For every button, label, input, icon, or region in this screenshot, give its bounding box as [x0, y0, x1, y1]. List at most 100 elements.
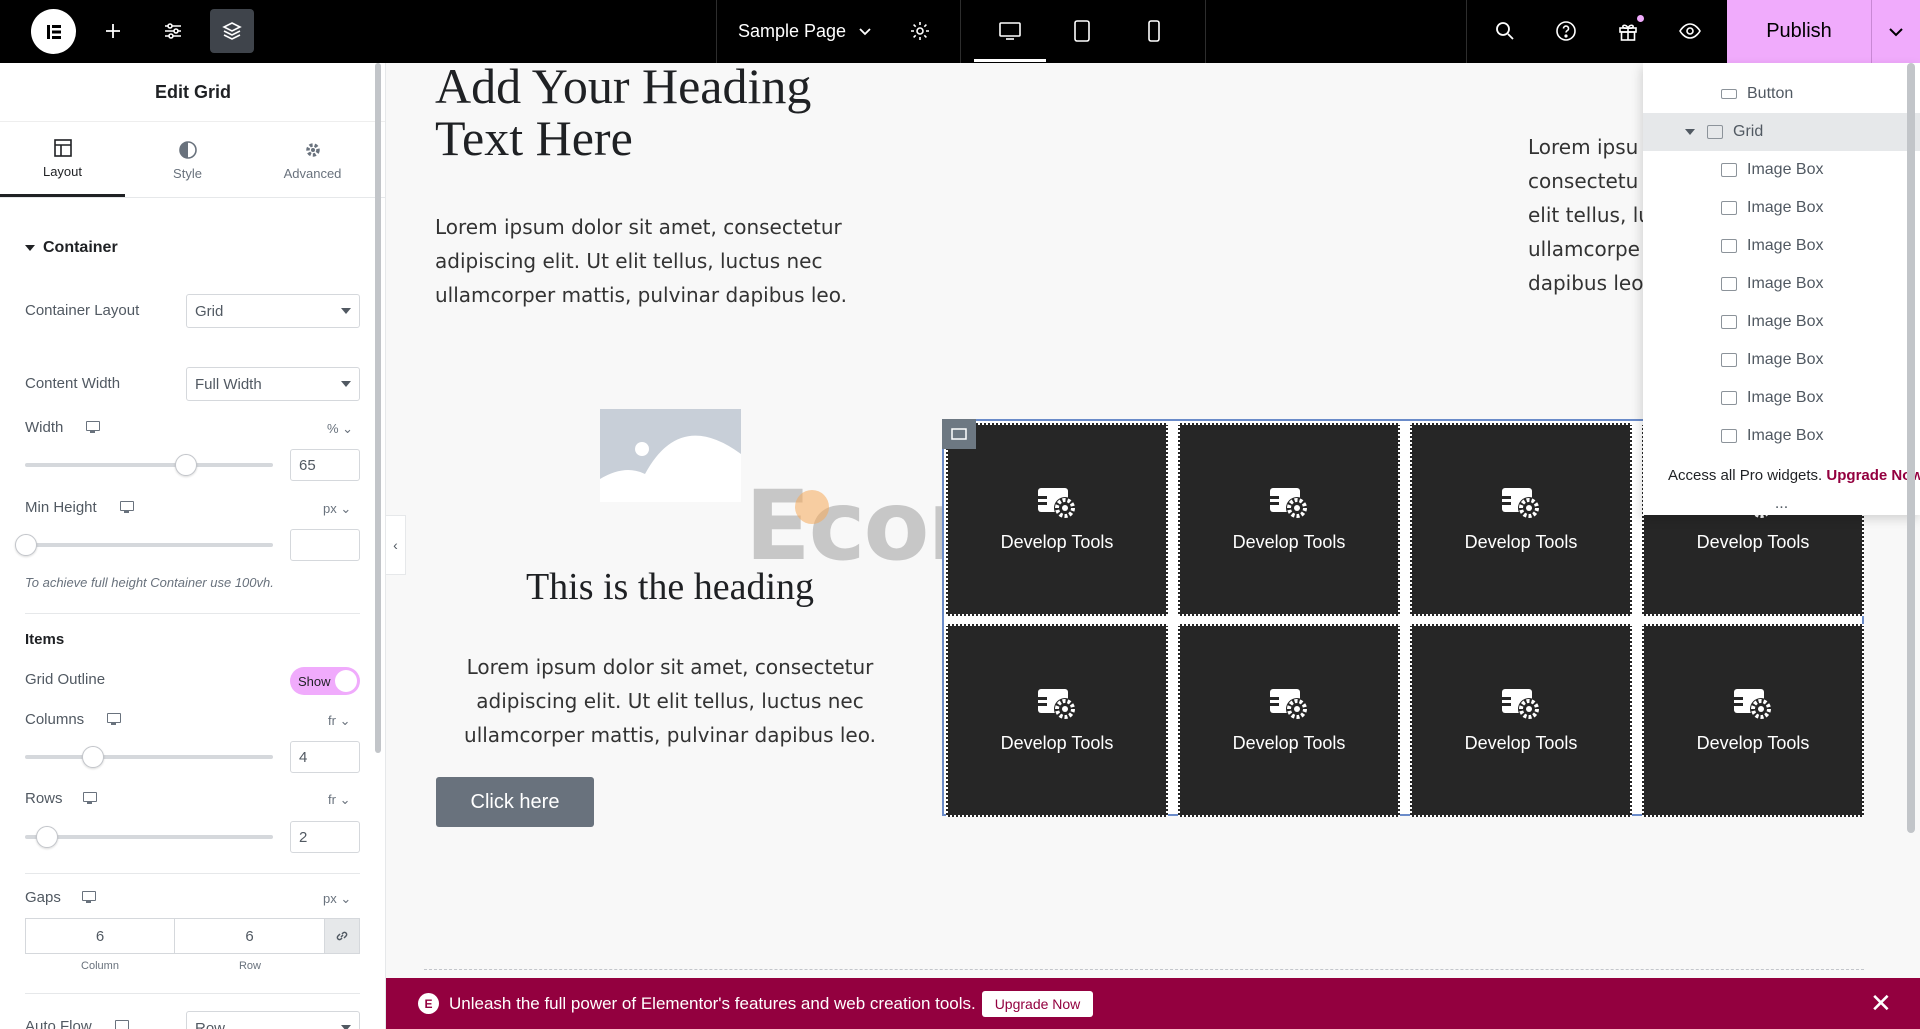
- upgrade-now-button[interactable]: Upgrade Now: [982, 991, 1093, 1017]
- gap-column-input[interactable]: 6: [25, 918, 175, 954]
- gap-row-input[interactable]: 6: [175, 918, 325, 954]
- caret-down-icon: [341, 1025, 351, 1029]
- publish-options-button[interactable]: [1871, 0, 1920, 63]
- image-box-icon: [1721, 353, 1737, 367]
- publish-button[interactable]: Publish: [1727, 0, 1871, 63]
- width-slider-handle[interactable]: [175, 454, 197, 476]
- collapse-panel-button[interactable]: ‹: [386, 515, 406, 575]
- page-title-menu[interactable]: Sample Page: [738, 0, 872, 63]
- image-box-widget[interactable]: Develop Tools: [1178, 423, 1400, 616]
- image-box-widget[interactable]: Develop Tools: [1642, 624, 1864, 817]
- tab-advanced[interactable]: Advanced: [250, 123, 375, 197]
- gap-column-caption: Column: [81, 960, 119, 972]
- auto-flow-select[interactable]: Row: [186, 1011, 360, 1029]
- select-value: Row: [195, 1019, 226, 1029]
- close-icon[interactable]: ✕: [1870, 978, 1892, 1029]
- rows-label: Rows: [25, 790, 63, 807]
- navigator-item-label: Image Box: [1747, 427, 1824, 444]
- structure-navigator: Button Grid Image Box Image Box Image Bo…: [1643, 63, 1920, 515]
- elementor-logo-icon[interactable]: [31, 9, 76, 54]
- min-height-hint: To achieve full height Container use 100…: [25, 575, 274, 590]
- width-input[interactable]: 65: [290, 449, 360, 481]
- content-width-select[interactable]: Full Width: [186, 367, 360, 401]
- navigator-item-image-box[interactable]: Image Box: [1643, 227, 1920, 265]
- image-box-icon: [1721, 239, 1737, 253]
- navigator-item-image-box[interactable]: Image Box: [1643, 265, 1920, 303]
- responsive-desktop-icon[interactable]: [83, 792, 97, 804]
- navigator-item-image-box[interactable]: Image Box: [1643, 303, 1920, 341]
- section-container-toggle[interactable]: Container: [25, 239, 118, 257]
- add-element-icon[interactable]: [91, 9, 135, 53]
- preview-eye-icon[interactable]: [1668, 9, 1712, 53]
- responsive-desktop-icon[interactable]: [120, 501, 134, 513]
- image-box-widget[interactable]: Develop Tools: [946, 624, 1168, 817]
- rows-input[interactable]: 2: [290, 821, 360, 853]
- min-height-slider[interactable]: [15, 534, 273, 556]
- canvas-scrollbar[interactable]: [1901, 63, 1920, 833]
- layout-icon: [53, 139, 72, 157]
- image-box-widget[interactable]: Develop Tools: [946, 423, 1168, 616]
- navigator-item-image-box[interactable]: Image Box: [1643, 341, 1920, 379]
- navigator-item-grid[interactable]: Grid: [1643, 113, 1920, 151]
- text-editor-widget[interactable]: Lorem ipsum dolor sit amet, consectetur …: [435, 210, 875, 312]
- responsive-desktop-icon[interactable]: [82, 891, 96, 903]
- min-height-input[interactable]: [290, 529, 360, 561]
- columns-input[interactable]: 4: [290, 741, 360, 773]
- topbar-divider: [716, 0, 717, 63]
- tablet-view-icon[interactable]: [1060, 9, 1104, 53]
- navigator-item-button[interactable]: Button: [1643, 75, 1920, 113]
- unit-value: %: [327, 421, 339, 436]
- columns-slider[interactable]: [25, 746, 273, 768]
- rows-slider[interactable]: [25, 826, 273, 848]
- tab-layout[interactable]: Layout: [0, 123, 125, 197]
- image-box-icon: [1721, 163, 1737, 177]
- rows-unit-select[interactable]: fr ⌄: [328, 792, 350, 808]
- navigator-item-image-box[interactable]: Image Box: [1643, 151, 1920, 189]
- navigator-pro-footer: Access all Pro widgets. Upgrade Now: [1668, 467, 1920, 484]
- tab-style[interactable]: Style: [125, 123, 250, 197]
- image-placeholder[interactable]: [600, 409, 741, 502]
- image-box-widget[interactable]: Develop Tools: [1410, 624, 1632, 817]
- columns-slider-handle[interactable]: [82, 746, 104, 768]
- mobile-view-icon[interactable]: [1132, 9, 1176, 53]
- text-editor-widget-2[interactable]: Lorem ipsum dolor sit amet, consectetur …: [455, 650, 885, 752]
- chevron-left-icon: ‹: [393, 537, 398, 553]
- responsive-desktop-icon[interactable]: [86, 421, 100, 433]
- grid-outline-toggle[interactable]: Show: [290, 667, 360, 695]
- navigator-footer-text: Access all Pro widgets.: [1668, 467, 1823, 484]
- develop-tools-icon: [1499, 488, 1540, 519]
- desktop-view-icon[interactable]: [988, 9, 1032, 53]
- style-icon: [178, 140, 197, 159]
- navigator-item-image-box[interactable]: Image Box: [1643, 189, 1920, 227]
- width-slider[interactable]: [25, 454, 273, 476]
- navigator-item-image-box[interactable]: Image Box: [1643, 417, 1920, 455]
- rows-slider-handle[interactable]: [36, 826, 58, 848]
- gaps-unit-select[interactable]: px ⌄: [323, 891, 351, 907]
- help-icon[interactable]: [1544, 9, 1588, 53]
- link-values-icon[interactable]: [325, 918, 360, 954]
- structure-layers-icon[interactable]: [210, 9, 254, 53]
- scrollbar-thumb[interactable]: [1907, 63, 1915, 833]
- container-handle[interactable]: [942, 419, 976, 449]
- click-here-button[interactable]: Click here: [436, 777, 594, 827]
- navigator-item-label: Image Box: [1747, 199, 1824, 216]
- heading-widget[interactable]: Add Your Heading Text Here: [435, 60, 895, 164]
- search-icon[interactable]: [1483, 9, 1527, 53]
- more-options-icon[interactable]: ...: [1643, 495, 1920, 513]
- container-layout-select[interactable]: Grid: [186, 294, 360, 328]
- image-box-widget[interactable]: Develop Tools: [1410, 423, 1632, 616]
- min-height-slider-handle[interactable]: [15, 534, 37, 556]
- site-settings-icon[interactable]: [151, 9, 195, 53]
- responsive-desktop-icon[interactable]: [107, 713, 121, 725]
- develop-tools-icon: [1731, 689, 1772, 720]
- heading-widget-2[interactable]: This is the heading: [470, 565, 870, 609]
- image-box-widget[interactable]: Develop Tools: [1178, 624, 1400, 817]
- navigator-item-image-box[interactable]: Image Box: [1643, 379, 1920, 417]
- columns-unit-select[interactable]: fr ⌄: [328, 713, 350, 729]
- width-unit-select[interactable]: % ⌄: [327, 421, 353, 437]
- panel-scrollbar[interactable]: [375, 63, 381, 753]
- responsive-desktop-icon[interactable]: [115, 1020, 129, 1029]
- min-height-unit-select[interactable]: px ⌄: [323, 501, 351, 517]
- page-settings-gear-icon[interactable]: [898, 9, 942, 53]
- items-heading: Items: [25, 631, 65, 648]
